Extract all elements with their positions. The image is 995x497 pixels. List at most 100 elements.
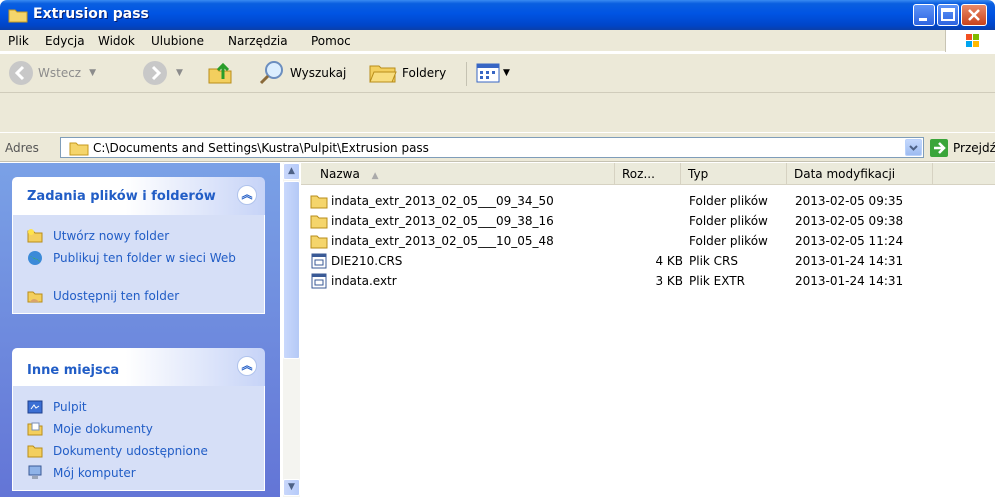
folder-icon [8, 9, 28, 23]
column-headers: Nazwa ▲ Roz... Typ Data modyfikacji [301, 163, 995, 185]
place-label: Dokumenty udostępnione [53, 444, 208, 458]
go-label: Przejdź [953, 140, 995, 155]
file-size: 3 KB [655, 274, 683, 288]
file-size: 4 KB [655, 254, 683, 268]
scroll-thumb[interactable] [283, 181, 300, 359]
place-desktop[interactable]: Pulpit [13, 396, 264, 418]
folders-button[interactable]: Foldery [368, 58, 446, 88]
place-label: Moje dokumenty [53, 422, 153, 436]
column-date-label: Data modyfikacji [794, 167, 896, 181]
file-name: indata_extr_2013_02_05___09_34_50 [331, 194, 554, 208]
forward-dropdown-icon[interactable]: ▼ [176, 68, 183, 78]
explorer-window: Extrusion pass Plik Edycja Widok Ulubion… [0, 0, 995, 497]
file-icon [311, 253, 327, 269]
share-folder-icon [27, 291, 43, 303]
file-date: 2013-02-05 09:35 [795, 194, 904, 208]
collapse-icon[interactable]: ︽ [237, 185, 257, 205]
place-label: Mój komputer [53, 466, 136, 480]
task-pane-scrollbar[interactable]: ▲ ▼ [283, 163, 300, 497]
desktop-icon [27, 400, 43, 414]
folder-icon [27, 445, 43, 458]
places-panel-title: Inne miejsca [27, 363, 120, 378]
back-arrow-icon [9, 61, 33, 85]
menu-narzedzia[interactable]: Narzędzia [228, 34, 288, 48]
column-date[interactable]: Data modyfikacji [787, 163, 933, 185]
place-my-computer[interactable]: Mój komputer [13, 462, 264, 484]
scroll-up-button[interactable]: ▲ [283, 163, 300, 180]
back-button[interactable]: Wstecz ▼ [8, 58, 96, 88]
views-button[interactable]: ▼ [476, 58, 510, 88]
file-date: 2013-02-05 11:24 [795, 234, 904, 248]
file-row[interactable]: indata_extr_2013_02_05___09_34_50 Folder … [301, 191, 995, 211]
folders-icon [369, 65, 397, 83]
folders-label: Foldery [402, 66, 447, 80]
search-label: Wyszukaj [290, 66, 347, 80]
menu-edycja[interactable]: Edycja [45, 34, 85, 48]
place-my-documents[interactable]: Moje dokumenty [13, 418, 264, 440]
computer-icon [28, 465, 42, 479]
menu-widok[interactable]: Widok [98, 34, 135, 48]
file-row[interactable]: DIE210.CRS 4 KB Plik CRS 2013-01-24 14:31 [301, 251, 995, 271]
file-type: Folder plików [689, 194, 768, 208]
go-arrow-icon [930, 138, 948, 157]
windows-logo-icon [945, 30, 995, 52]
tasks-panel-header[interactable]: Zadania plików i folderów ︽ [12, 177, 265, 215]
file-row[interactable]: indata.extr 3 KB Plik EXTR 2013-01-24 14:31 [301, 271, 995, 291]
file-type: Plik CRS [689, 254, 739, 268]
file-type: Plik EXTR [689, 274, 745, 288]
menu-pomoc[interactable]: Pomoc [311, 34, 351, 48]
address-path: C:\Documents and Settings\Kustra\Pulpit\… [93, 141, 429, 155]
close-button[interactable] [961, 4, 987, 26]
up-folder-icon [208, 62, 232, 84]
maximize-button[interactable] [937, 4, 959, 26]
file-name: indata.extr [331, 274, 397, 288]
address-label: Adres [5, 141, 39, 155]
go-button[interactable]: Przejdź [929, 137, 995, 158]
tasks-panel: Zadania plików i folderów ︽ Utwórz nowy … [12, 177, 265, 314]
place-shared-documents[interactable]: Dokumenty udostępnione [13, 440, 264, 462]
place-label: Pulpit [53, 400, 87, 414]
column-type[interactable]: Typ [681, 163, 787, 185]
views-dropdown-icon[interactable]: ▼ [503, 68, 510, 78]
places-panel: Inne miejsca ︽ Pulpit Moje dokumenty Dok… [12, 348, 265, 491]
folder-icon [310, 195, 328, 209]
address-bar: Adres C:\Documents and Settings\Kustra\P… [0, 132, 995, 162]
address-input[interactable]: C:\Documents and Settings\Kustra\Pulpit\… [60, 137, 924, 158]
back-dropdown-icon[interactable]: ▼ [89, 68, 96, 78]
file-name: DIE210.CRS [331, 254, 403, 268]
file-row[interactable]: indata_extr_2013_02_05___09_38_16 Folder … [301, 211, 995, 231]
toolbar: Wstecz ▼ ▼ Wyszukaj Foldery ▼ [0, 53, 995, 132]
globe-icon [28, 251, 42, 265]
column-type-label: Typ [688, 167, 709, 181]
column-name-label: Nazwa [320, 167, 360, 181]
column-size[interactable]: Roz... [615, 163, 681, 185]
forward-button[interactable]: ▼ [142, 58, 183, 88]
menu-plik[interactable]: Plik [8, 34, 29, 48]
task-label: Publikuj ten folder w sieci Web [53, 251, 236, 265]
file-type: Folder plików [689, 214, 768, 228]
places-panel-header[interactable]: Inne miejsca ︽ [12, 348, 265, 386]
title-bar[interactable]: Extrusion pass [0, 0, 995, 30]
file-date: 2013-01-24 14:31 [795, 254, 904, 268]
address-dropdown-button[interactable] [905, 139, 922, 156]
tasks-panel-title: Zadania plików i folderów [27, 189, 216, 204]
collapse-icon[interactable]: ︽ [237, 356, 257, 376]
folder-icon [310, 235, 328, 249]
search-icon [259, 61, 283, 85]
task-share-folder[interactable]: Udostępnij ten folder [13, 285, 264, 307]
minimize-button[interactable] [913, 4, 935, 26]
task-new-folder[interactable]: Utwórz nowy folder [13, 225, 264, 247]
file-icon [311, 273, 327, 289]
views-icon [476, 63, 500, 83]
search-button[interactable]: Wyszukaj [258, 58, 346, 88]
file-name: indata_extr_2013_02_05___09_38_16 [331, 214, 554, 228]
file-name: indata_extr_2013_02_05___10_05_48 [331, 234, 554, 248]
menu-ulubione[interactable]: Ulubione [151, 34, 204, 48]
new-folder-icon [27, 229, 43, 243]
column-name[interactable]: Nazwa ▲ [301, 163, 615, 185]
scroll-down-button[interactable]: ▼ [283, 479, 300, 496]
up-folder-button[interactable] [207, 58, 235, 88]
task-publish-web[interactable]: Publikuj ten folder w sieci Web [13, 247, 264, 285]
menu-bar: Plik Edycja Widok Ulubione Narzędzia Pom… [0, 30, 995, 52]
file-row[interactable]: indata_extr_2013_02_05___10_05_48 Folder … [301, 231, 995, 251]
